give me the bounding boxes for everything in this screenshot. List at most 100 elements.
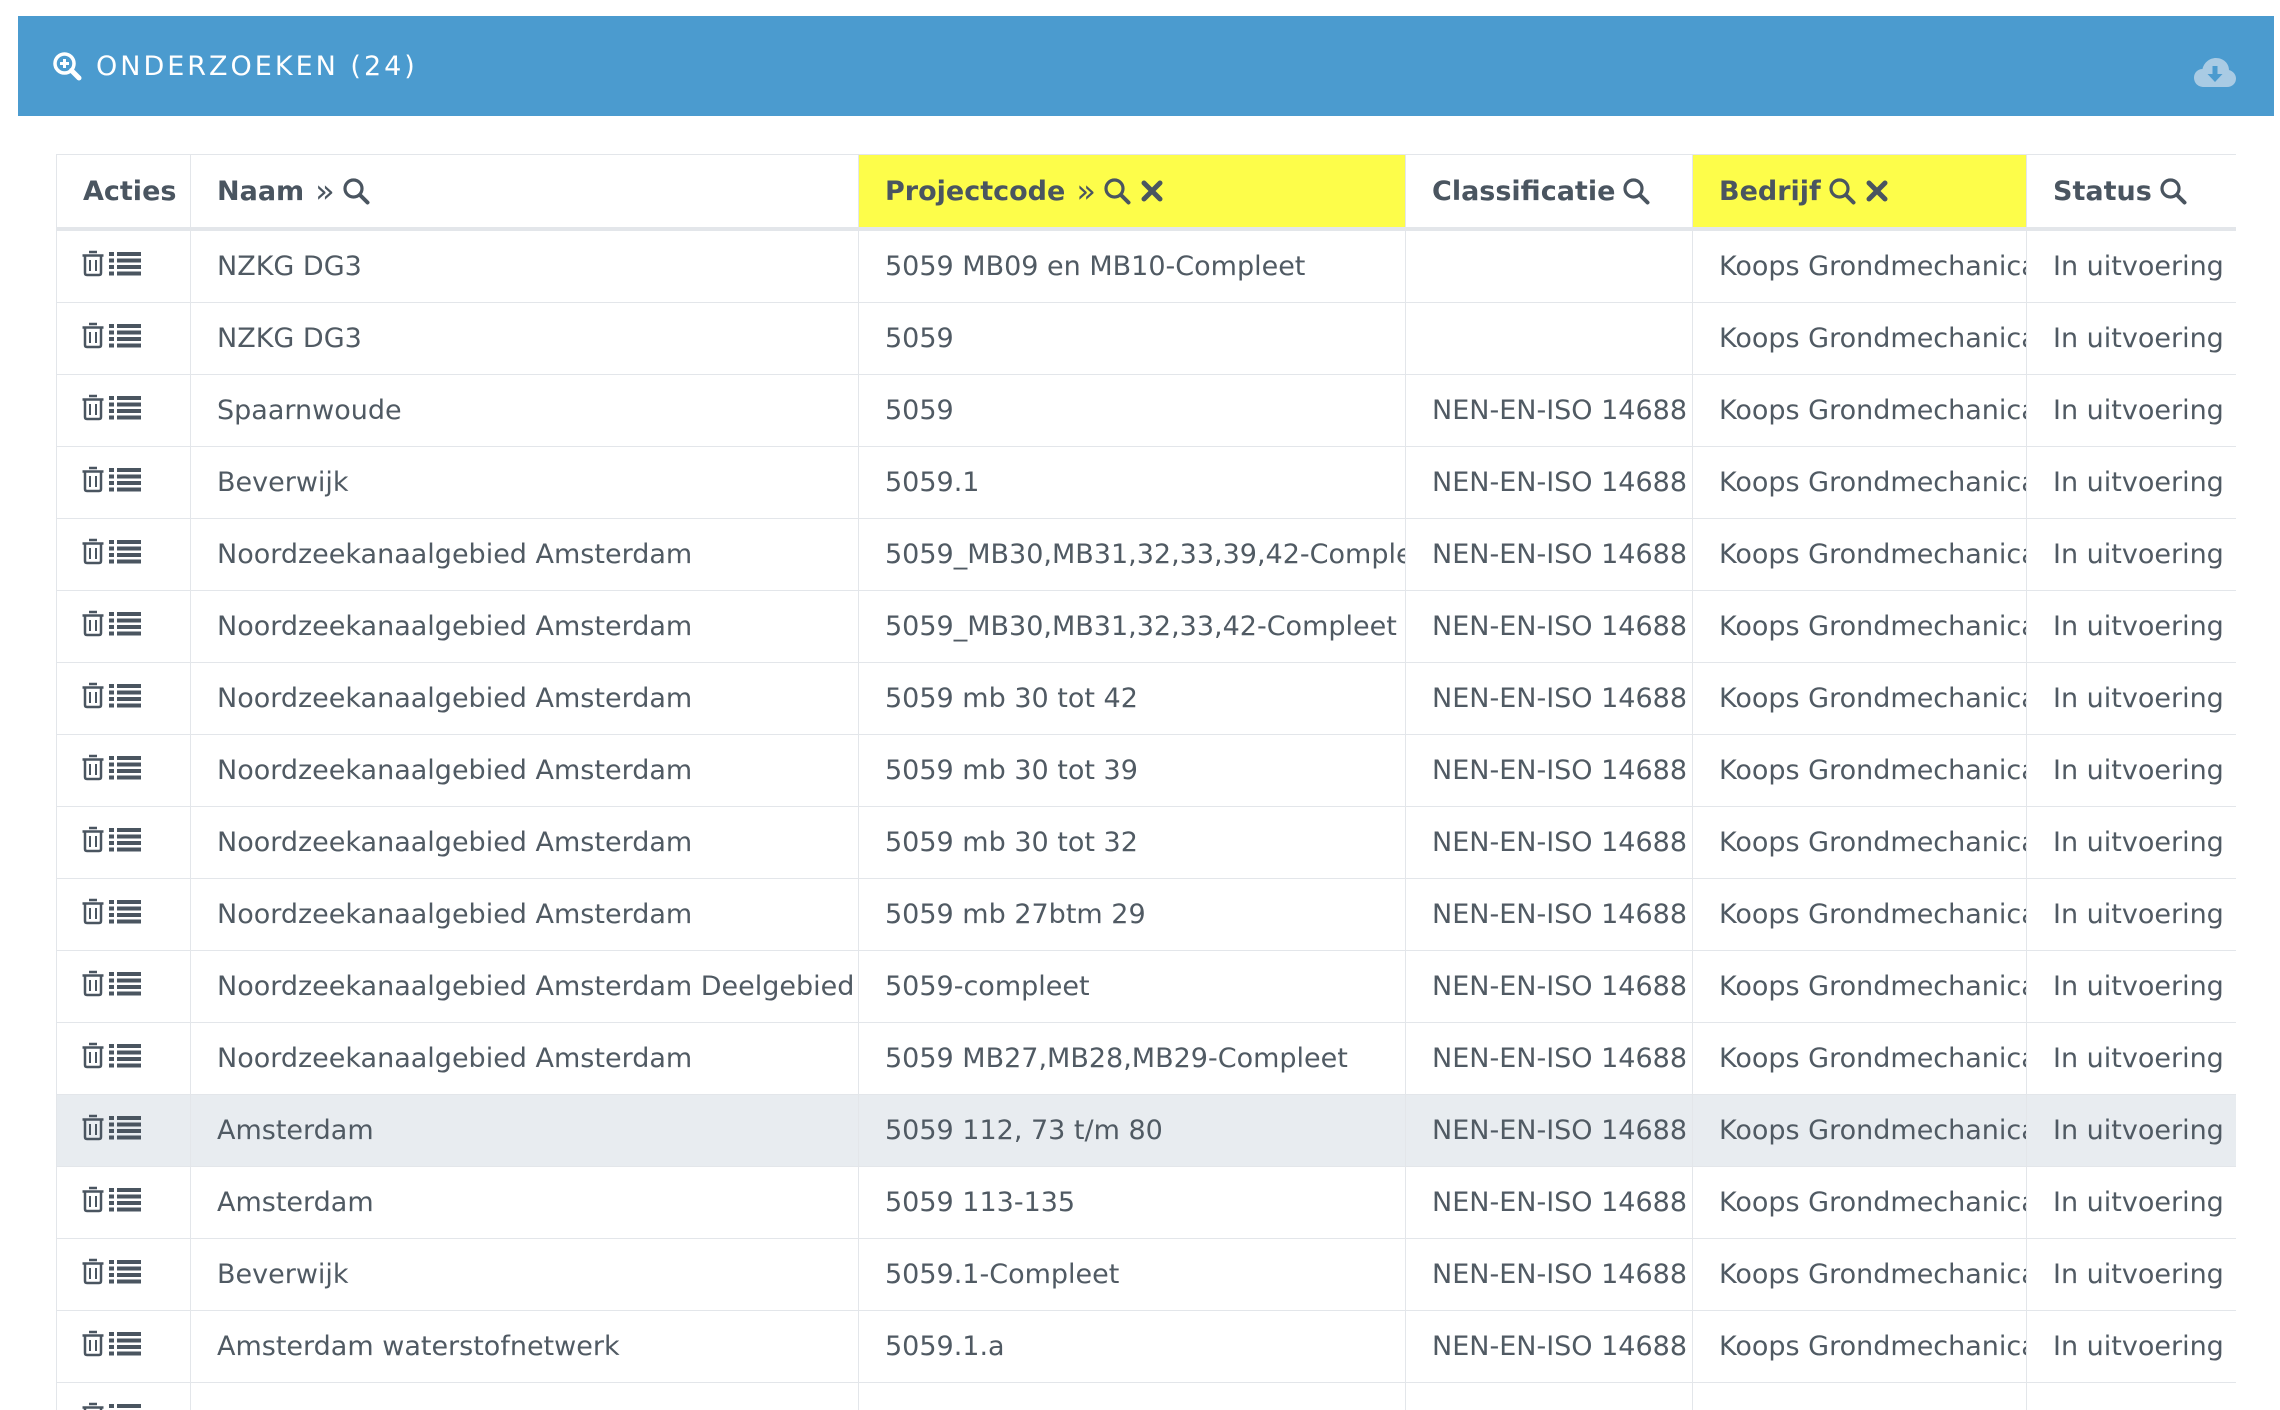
list-icon[interactable] bbox=[109, 394, 141, 420]
table-row[interactable]: Noordzeekanaalgebied Amsterdam 5059 mb 30… bbox=[56, 734, 2236, 807]
list-icon[interactable] bbox=[109, 1258, 141, 1284]
list-icon[interactable] bbox=[109, 682, 141, 708]
row-actions bbox=[56, 446, 191, 519]
list-icon[interactable] bbox=[109, 322, 141, 348]
list-icon[interactable] bbox=[109, 754, 141, 780]
table-row[interactable]: NZKG DG3 5059 MB09 en MB10-Compleet Koops … bbox=[56, 228, 2236, 303]
trash-icon[interactable] bbox=[81, 1257, 105, 1285]
trash-icon[interactable] bbox=[81, 1113, 105, 1141]
table-row[interactable]: Beverwijk 5059.1 NEN-EN-ISO 14688 Koops Gro… bbox=[56, 446, 2236, 519]
list-icon[interactable] bbox=[109, 538, 141, 564]
sort-chevron-icon[interactable]: » bbox=[1076, 172, 1096, 210]
cell-classificatie: NEN-EN-ISO 14688 bbox=[1405, 590, 1693, 663]
cell-projectcode: 5059 mb 30 tot 39 bbox=[858, 734, 1406, 807]
trash-icon[interactable] bbox=[81, 1185, 105, 1213]
list-icon[interactable] bbox=[109, 1402, 141, 1410]
list-icon[interactable] bbox=[109, 898, 141, 924]
column-header-acties[interactable]: Acties bbox=[56, 154, 191, 231]
trash-icon[interactable] bbox=[81, 1041, 105, 1069]
cell-bedrijf: Koops Grondmechanica bbox=[1692, 590, 2027, 663]
cell-status: In uitvoering bbox=[2026, 1166, 2236, 1239]
table-row[interactable]: Noordzeekanaalgebied Amsterdam 5059 mb 30… bbox=[56, 662, 2236, 735]
trash-icon[interactable] bbox=[81, 969, 105, 997]
table-row[interactable]: Amsterdam 5059 113-135 NEN-EN-ISO 14688 Koo… bbox=[56, 1166, 2236, 1239]
cell-bedrijf: Koops Grondmechanica bbox=[1692, 374, 2027, 447]
trash-icon[interactable] bbox=[81, 825, 105, 853]
trash-icon[interactable] bbox=[81, 897, 105, 925]
row-actions bbox=[56, 302, 191, 375]
trash-icon[interactable] bbox=[81, 609, 105, 637]
row-actions bbox=[56, 1022, 191, 1095]
table-row[interactable]: Noordzeekanaalgebied Amsterdam 5059 MB27,… bbox=[56, 1022, 2236, 1095]
cell-naam: Amsterdam waterstofnetwerk bbox=[190, 1310, 859, 1383]
cell-naam: Noordzeekanaalgebied Amsterdam bbox=[190, 734, 859, 807]
cell-projectcode: 5059 113-135 bbox=[858, 1166, 1406, 1239]
list-icon[interactable] bbox=[109, 970, 141, 996]
list-icon[interactable] bbox=[109, 250, 141, 276]
table-row[interactable]: Noordzeekanaalgebied Amsterdam 5059_MB30,… bbox=[56, 518, 2236, 591]
list-icon[interactable] bbox=[109, 826, 141, 852]
cloud-download-icon[interactable] bbox=[2194, 58, 2236, 88]
row-action-buttons bbox=[81, 825, 141, 853]
list-icon[interactable] bbox=[109, 1186, 141, 1212]
table-row[interactable] bbox=[56, 1382, 2236, 1410]
table-row[interactable]: Noordzeekanaalgebied Amsterdam 5059_MB30,… bbox=[56, 590, 2236, 663]
list-icon[interactable] bbox=[109, 1042, 141, 1068]
list-icon[interactable] bbox=[109, 1330, 141, 1356]
list-icon[interactable] bbox=[109, 466, 141, 492]
table-row[interactable]: NZKG DG3 5059 Koops Grondmechanica In uitvo… bbox=[56, 302, 2236, 375]
table-row[interactable]: Noordzeekanaalgebied Amsterdam Deelgebie… bbox=[56, 950, 2236, 1023]
cell-naam bbox=[190, 1382, 859, 1410]
cell-projectcode: 5059 112, 73 t/m 80 bbox=[858, 1094, 1406, 1167]
cell-status: In uitvoering bbox=[2026, 1022, 2236, 1095]
trash-icon[interactable] bbox=[81, 321, 105, 349]
trash-icon[interactable] bbox=[81, 753, 105, 781]
table-row[interactable]: Spaarnwoude 5059 NEN-EN-ISO 14688 Koops Gro… bbox=[56, 374, 2236, 447]
search-icon[interactable] bbox=[1103, 177, 1131, 205]
search-icon[interactable] bbox=[1828, 177, 1856, 205]
cell-classificatie: NEN-EN-ISO 14688 bbox=[1405, 1022, 1693, 1095]
table-row[interactable]: Beverwijk 5059.1-Compleet NEN-EN-ISO 14688… bbox=[56, 1238, 2236, 1311]
table-row[interactable]: Noordzeekanaalgebied Amsterdam 5059 mb 30… bbox=[56, 806, 2236, 879]
clear-filter-icon[interactable] bbox=[1863, 177, 1891, 205]
trash-icon[interactable] bbox=[81, 1329, 105, 1357]
trash-icon[interactable] bbox=[81, 465, 105, 493]
cell-classificatie bbox=[1405, 302, 1693, 375]
search-icon[interactable] bbox=[2159, 177, 2187, 205]
row-actions bbox=[56, 1238, 191, 1311]
sort-chevron-icon[interactable]: » bbox=[315, 172, 335, 210]
row-action-buttons bbox=[81, 537, 141, 565]
trash-icon[interactable] bbox=[81, 393, 105, 421]
cell-naam: Noordzeekanaalgebied Amsterdam bbox=[190, 1022, 859, 1095]
cell-classificatie: NEN-EN-ISO 14688 bbox=[1405, 1094, 1693, 1167]
list-icon[interactable] bbox=[109, 610, 141, 636]
table-row[interactable]: Noordzeekanaalgebied Amsterdam 5059 mb 27… bbox=[56, 878, 2236, 951]
cell-bedrijf: Koops Grondmechanica bbox=[1692, 878, 2027, 951]
column-header-classificatie[interactable]: Classificatie bbox=[1405, 154, 1693, 231]
cell-projectcode: 5059.1-Compleet bbox=[858, 1238, 1406, 1311]
list-icon[interactable] bbox=[109, 1114, 141, 1140]
cell-status: In uitvoering bbox=[2026, 1238, 2236, 1311]
cell-projectcode: 5059_MB30,MB31,32,33,39,42-Compleet bbox=[858, 518, 1406, 591]
trash-icon[interactable] bbox=[81, 1401, 105, 1410]
column-header-projectcode[interactable]: Projectcode » bbox=[858, 154, 1406, 231]
cell-naam: Noordzeekanaalgebied Amsterdam bbox=[190, 590, 859, 663]
row-action-buttons bbox=[81, 465, 141, 493]
table-row[interactable]: Amsterdam 5059 112, 73 t/m 80 NEN-EN-ISO 1… bbox=[56, 1094, 2236, 1167]
column-header-bedrijf[interactable]: Bedrijf bbox=[1692, 154, 2027, 231]
row-action-buttons bbox=[81, 681, 141, 709]
cell-projectcode: 5059 mb 30 tot 32 bbox=[858, 806, 1406, 879]
search-icon[interactable] bbox=[1622, 177, 1650, 205]
trash-icon[interactable] bbox=[81, 537, 105, 565]
trash-icon[interactable] bbox=[81, 249, 105, 277]
cell-classificatie bbox=[1405, 228, 1693, 303]
table-row[interactable]: Amsterdam waterstofnetwerk 5059.1.a NEN-EN… bbox=[56, 1310, 2236, 1383]
trash-icon[interactable] bbox=[81, 681, 105, 709]
clear-filter-icon[interactable] bbox=[1138, 177, 1166, 205]
cell-naam: NZKG DG3 bbox=[190, 228, 859, 303]
search-icon[interactable] bbox=[342, 177, 370, 205]
row-actions bbox=[56, 878, 191, 951]
column-header-naam[interactable]: Naam » bbox=[190, 154, 859, 231]
column-header-label: Projectcode bbox=[885, 175, 1066, 207]
column-header-status[interactable]: Status bbox=[2026, 154, 2236, 231]
